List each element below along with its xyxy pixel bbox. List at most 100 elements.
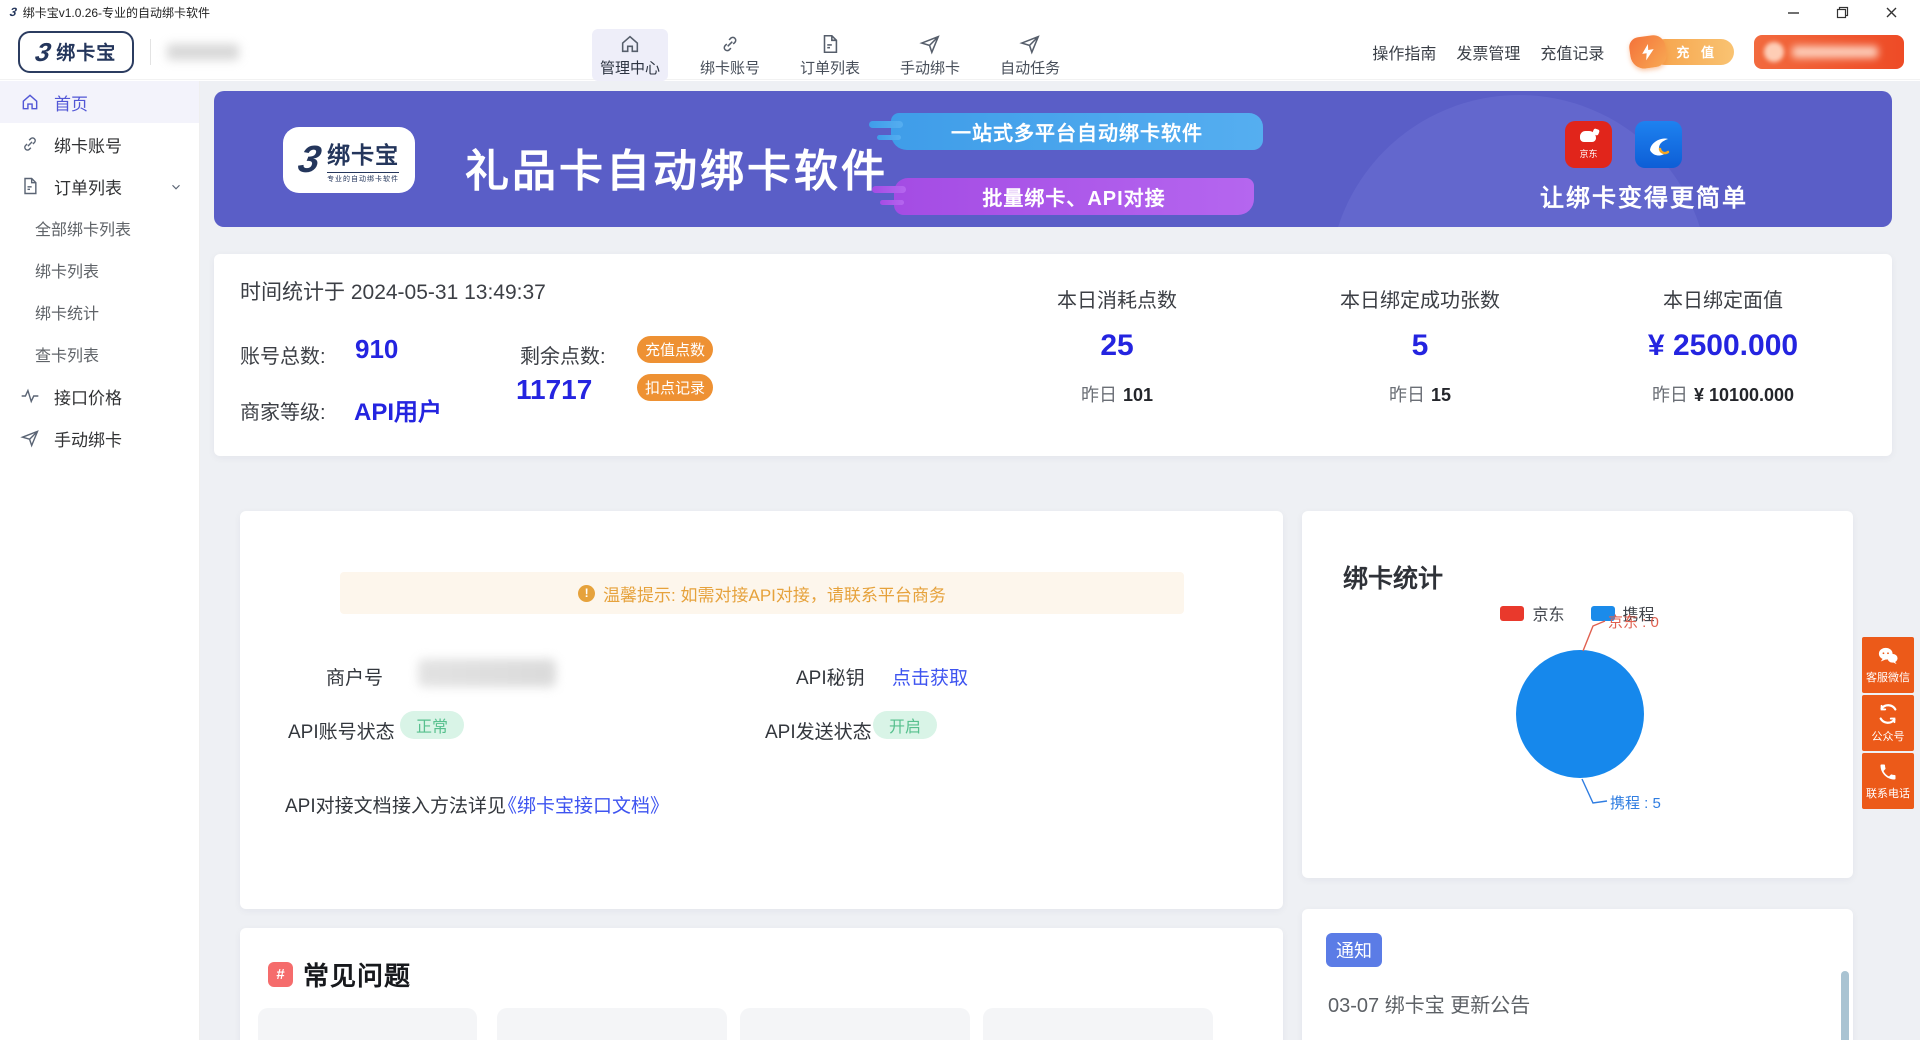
invoice-link[interactable]: 发票管理 xyxy=(1456,40,1520,64)
faq-title: 常见问题 xyxy=(303,956,411,993)
sidebar-item-manual-bind[interactable]: 手动绑卡 xyxy=(0,417,199,459)
api-doc-label: API对接文档 xyxy=(285,791,392,818)
stat-column-face-value: 本日绑定面值 ¥ 2500.000 昨日¥ 10100.000 xyxy=(1573,254,1873,456)
pie-label-ctrip: 携程 : 5 xyxy=(1610,792,1661,813)
app-logo-icon: 3 xyxy=(9,5,18,19)
faq-item[interactable] xyxy=(497,1008,727,1040)
banner-title: 礼品卡自动绑卡软件 xyxy=(465,135,888,199)
legend-item-jd[interactable]: 京东 xyxy=(1500,601,1564,625)
nav-item-label: 订单列表 xyxy=(800,57,860,78)
brand-logo-icon: 3 xyxy=(33,39,53,65)
nav-item-manual-bind[interactable]: 手动绑卡 xyxy=(892,29,968,81)
api-info-card: ! 温馨提示: 如需对接API对接，请联系平台商务 商户号 API秘钥 点击获取… xyxy=(240,511,1283,909)
bind-stats-chart-card: 绑卡统计 京东 携程 xyxy=(1302,511,1853,878)
close-button[interactable] xyxy=(1885,6,1898,19)
stat-title: 本日绑定成功张数 xyxy=(1270,284,1570,313)
notice-item[interactable]: 03-07 绑卡宝 更新公告 xyxy=(1328,989,1530,1018)
sidebar-item-orders[interactable]: 订单列表 xyxy=(0,165,199,207)
faq-item[interactable] xyxy=(983,1008,1213,1040)
guide-link[interactable]: 操作指南 xyxy=(1372,40,1436,64)
nav-item-card-accounts[interactable]: 绑卡账号 xyxy=(692,29,768,81)
brand-logo-icon: 3 xyxy=(295,141,324,179)
stat-value: 5 xyxy=(1270,329,1570,363)
stat-title: 本日绑定面值 xyxy=(1573,284,1873,313)
home-icon xyxy=(619,33,641,55)
nav-item-label: 自动任务 xyxy=(1000,57,1060,78)
nav-item-dashboard[interactable]: 管理中心 xyxy=(592,29,668,81)
sidebar-item-home[interactable]: 首页 xyxy=(0,81,199,123)
api-key-label: API秘钥 xyxy=(796,663,865,690)
home-icon xyxy=(20,92,40,112)
sidebar-item-label: 手动绑卡 xyxy=(54,426,122,451)
banner-slogan: 让绑卡变得更简单 xyxy=(1540,178,1748,213)
sidebar-item-all-bind-list[interactable]: 全部绑卡列表 xyxy=(0,207,199,249)
nav-item-auto-tasks[interactable]: 自动任务 xyxy=(992,29,1068,81)
pie-label-jd: 京东 : 0 xyxy=(1608,611,1659,632)
send-icon xyxy=(20,428,40,448)
brand-name: 绑卡宝 xyxy=(56,38,116,65)
banner-badge-2: 批量绑卡、API对接 xyxy=(894,178,1254,215)
nav-item-label: 管理中心 xyxy=(600,57,660,78)
stat-column-success-count: 本日绑定成功张数 5 昨日 15 xyxy=(1270,254,1570,456)
stats-timestamp: 时间统计于 2024-05-31 13:49:37 xyxy=(240,276,546,306)
hash-icon: # xyxy=(268,962,293,987)
official-account-button[interactable]: 公众号 xyxy=(1862,695,1914,751)
sidebar: 首页 绑卡账号 订单列表 全部绑卡列表 绑卡列表 绑卡统计 查卡列表 接口价格 … xyxy=(0,81,200,1040)
stat-title: 本日消耗点数 xyxy=(967,284,1267,313)
sidebar-item-card-accounts[interactable]: 绑卡账号 xyxy=(0,123,199,165)
api-key-get-link[interactable]: 点击获取 xyxy=(892,663,968,690)
account-button-blurred[interactable] xyxy=(1754,35,1904,69)
ctrip-app-icon xyxy=(1635,121,1682,168)
jd-label: 京东 xyxy=(1579,147,1597,160)
phone-icon xyxy=(1878,762,1898,782)
contact-phone-button[interactable]: 联系电话 xyxy=(1862,753,1914,809)
sidebar-item-label: 全部绑卡列表 xyxy=(35,216,131,240)
sidebar-item-api-price[interactable]: 接口价格 xyxy=(0,375,199,417)
points-value: 11717 xyxy=(516,374,592,406)
account-total-value: 910 xyxy=(355,334,398,365)
document-icon xyxy=(819,33,841,55)
sidebar-item-label: 订单列表 xyxy=(54,174,122,199)
stat-prev-value: 15 xyxy=(1431,385,1451,405)
window-title: 绑卡宝v1.0.26-专业的自动绑卡软件 xyxy=(23,4,210,21)
sidebar-item-card-query-list[interactable]: 查卡列表 xyxy=(0,333,199,375)
stat-prev-label: 昨日 xyxy=(1389,385,1425,405)
sidebar-item-label: 绑卡账号 xyxy=(54,132,122,157)
sidebar-item-bind-list[interactable]: 绑卡列表 xyxy=(0,249,199,291)
api-doc-link[interactable]: 《绑卡宝接口文档》 xyxy=(498,791,669,818)
minimize-button[interactable] xyxy=(1787,6,1800,19)
jd-dog-icon xyxy=(1578,129,1600,145)
banner-logo-name: 绑卡宝 xyxy=(327,136,399,170)
nav-item-orders[interactable]: 订单列表 xyxy=(792,29,868,81)
stat-prev-value: ¥ 10100.000 xyxy=(1694,385,1794,405)
account-total-label: 账号总数: xyxy=(240,340,326,369)
stat-value: 25 xyxy=(967,329,1267,363)
notice-badge: 通知 xyxy=(1326,933,1382,967)
recharge-button[interactable]: 充 值 xyxy=(1630,36,1734,68)
stat-column-points-used: 本日消耗点数 25 昨日101 xyxy=(967,254,1267,456)
app-window: 3 绑卡宝v1.0.26-专业的自动绑卡软件 3 绑卡宝 管理中心 绑卡账号 xyxy=(0,0,1920,1040)
deduction-log-button[interactable]: 扣点记录 xyxy=(637,374,713,401)
chart-legend: 京东 携程 xyxy=(1302,601,1853,625)
restore-button[interactable] xyxy=(1836,6,1849,19)
link-icon xyxy=(719,33,741,55)
stat-value: ¥ 2500.000 xyxy=(1573,329,1873,363)
promo-banner: 3 绑卡宝 专业的自动绑卡软件 礼品卡自动绑卡软件 一站式多平台自动绑卡软件 批… xyxy=(214,91,1892,227)
sidebar-item-bind-stats[interactable]: 绑卡统计 xyxy=(0,291,199,333)
recharge-points-button[interactable]: 充值点数 xyxy=(637,336,713,363)
app-header: 3 绑卡宝 管理中心 绑卡账号 订单列表 手动绑卡 xyxy=(0,24,1920,80)
faq-item[interactable] xyxy=(258,1008,477,1040)
send-icon xyxy=(919,33,941,55)
activity-icon xyxy=(20,386,40,406)
chart-title: 绑卡统计 xyxy=(1343,559,1443,595)
notice-scrollbar[interactable] xyxy=(1841,971,1849,1040)
faq-item[interactable] xyxy=(740,1008,970,1040)
legend-swatch-red xyxy=(1500,606,1524,621)
float-button-label: 联系电话 xyxy=(1866,785,1910,801)
wechat-support-button[interactable]: 客服微信 xyxy=(1862,637,1914,693)
merchant-id-label: 商户号 xyxy=(326,663,383,690)
divider xyxy=(150,39,151,65)
recharge-history-link[interactable]: 充值记录 xyxy=(1540,40,1604,64)
blurred-account-text xyxy=(1792,46,1878,58)
float-button-label: 客服微信 xyxy=(1866,669,1910,685)
